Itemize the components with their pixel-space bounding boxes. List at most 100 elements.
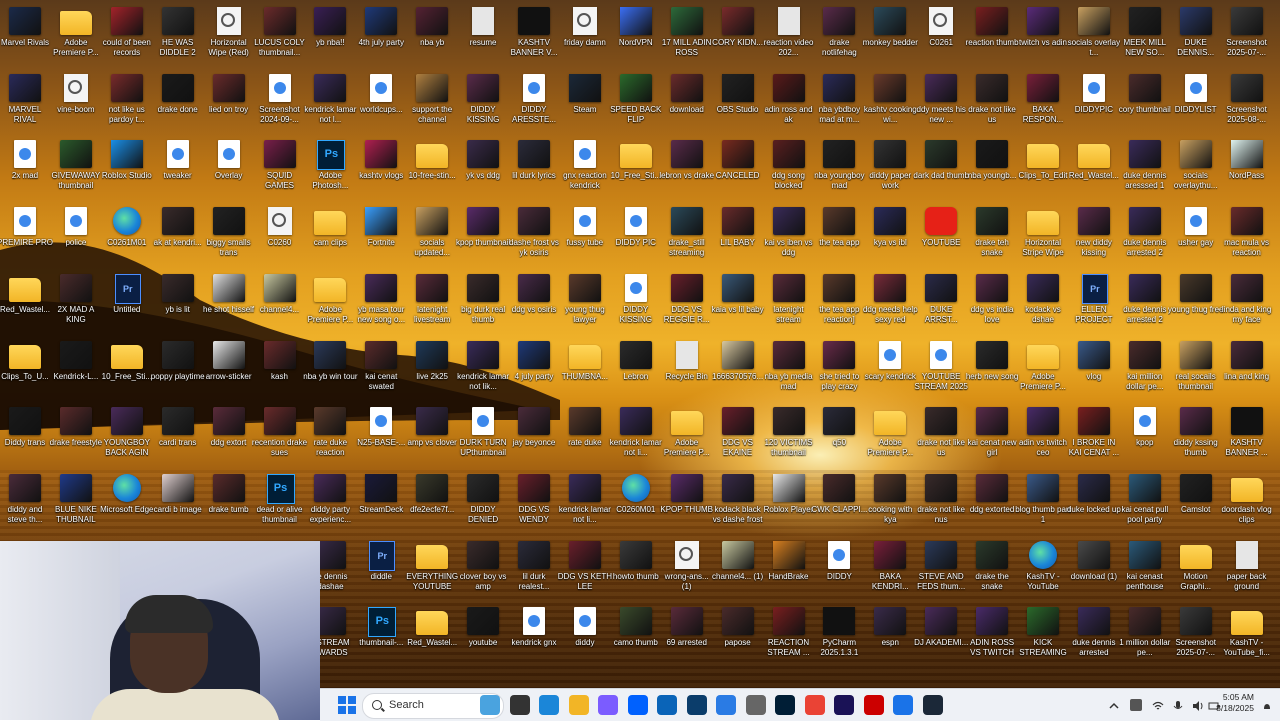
desktop-icon[interactable]: DURK TURN UPthumbnail	[458, 404, 508, 468]
desktop-icon[interactable]: Roblox Player	[764, 471, 814, 535]
desktop-icon[interactable]: duke dennis arrested 2	[1120, 271, 1170, 335]
desktop-icon[interactable]: yb masa tour new song o...	[356, 271, 406, 335]
desktop-icon[interactable]: DDG VS EKAINE	[713, 404, 763, 468]
desktop-icon[interactable]: kendrick lamar not lik...	[457, 338, 509, 402]
desktop-icon[interactable]: KashTV - YouTube_fi...	[1222, 604, 1272, 668]
desktop-icon[interactable]: HandBrake	[764, 538, 814, 602]
desktop-icon[interactable]: DDG VS WENDY	[509, 471, 559, 535]
desktop-icon[interactable]: socials updated...	[407, 204, 457, 268]
desktop-icon[interactable]: monkey bedder	[863, 4, 918, 68]
desktop-icon[interactable]: lina and king	[1222, 338, 1272, 402]
desktop-icon[interactable]: Clips_To_U...	[0, 338, 50, 402]
desktop-icon[interactable]: ddg needs help sexy red	[863, 271, 918, 335]
steam-taskbar-icon[interactable]	[922, 695, 943, 715]
desktop-icon[interactable]: Red_Wastel...	[0, 271, 50, 335]
desktop-icon[interactable]: DIDDY KISSING	[611, 271, 661, 335]
desktop-icon[interactable]: linda and king my face	[1222, 271, 1272, 335]
desktop-icon[interactable]: kodack vs dshae	[1018, 271, 1068, 335]
desktop-icon[interactable]: vine-boom	[51, 71, 101, 135]
desktop-icon[interactable]: Diddy trans	[0, 404, 50, 468]
desktop-icon[interactable]: 120 VICTIMS thumbnail	[764, 404, 814, 468]
desktop-icon[interactable]: vlog	[1069, 338, 1119, 402]
desktop-icon[interactable]: Clips_To_Edit	[1018, 137, 1068, 201]
desktop-icon[interactable]: cory thumbnail	[1119, 71, 1171, 135]
desktop-icon[interactable]: nba youngb...	[967, 137, 1017, 201]
desktop-icon[interactable]: kashtv cooking wi...	[864, 71, 917, 135]
premiere-taskbar-icon[interactable]	[834, 695, 854, 715]
desktop-icon[interactable]: CORY KIDN...	[712, 4, 763, 68]
desktop-icon[interactable]: ddg song blocked	[764, 137, 814, 201]
desktop-icon[interactable]: Pr Untitled	[102, 271, 152, 335]
desktop-icon[interactable]: latenight livestream	[407, 271, 457, 335]
desktop-icon[interactable]: friday damn	[560, 4, 610, 68]
desktop-icon[interactable]: ddg extort	[204, 404, 254, 468]
desktop-icon[interactable]: police	[51, 204, 101, 268]
desktop-icon[interactable]: 10_Free_Sti...	[102, 338, 152, 402]
desktop-icon[interactable]: C0261	[916, 4, 966, 68]
desktop-icon[interactable]: KASHTV BANNER ...	[1222, 404, 1272, 468]
desktop-icon[interactable]: channel4...	[255, 271, 305, 335]
desktop-icon[interactable]: Camslot	[1171, 471, 1221, 535]
file-explorer-icon[interactable]	[568, 695, 589, 715]
desktop-icon[interactable]: DIDDYLIST	[1171, 71, 1221, 135]
desktop-icon[interactable]: dashe frost vs yk osiris	[509, 204, 559, 268]
desktop-icon[interactable]: duke dennis arrested	[1069, 604, 1119, 668]
desktop-icon[interactable]: SQUID GAMES	[255, 137, 305, 201]
desktop-icon[interactable]: drake done	[153, 71, 203, 135]
desktop-icon[interactable]: nba yb win tour	[303, 338, 358, 402]
chrome-taskbar-icon[interactable]	[804, 695, 825, 715]
desktop-icon[interactable]: 10-free-stin...	[407, 137, 457, 201]
desktop-icon[interactable]: ddg extorted	[967, 471, 1017, 535]
desktop-icon[interactable]: blog thumb part 1	[1015, 471, 1071, 535]
desktop-icon[interactable]: young thug lawyer	[560, 271, 610, 335]
desktop-icon[interactable]: StreamDeck	[356, 471, 406, 535]
edge-taskbar-icon[interactable]	[539, 695, 559, 715]
desktop-icon[interactable]: channel4... (1)	[712, 538, 763, 602]
desktop-icon[interactable]: Ps dead or alive thumbnail	[255, 471, 305, 535]
desktop-icon[interactable]: diddy paper work	[865, 137, 915, 201]
network-icon[interactable]	[1152, 699, 1164, 711]
desktop-icon[interactable]: Recycle Bin	[662, 338, 712, 402]
desktop-icon[interactable]: 4 july party	[509, 338, 559, 402]
desktop-icon[interactable]: KICK STREAMING	[1018, 604, 1068, 668]
desktop-icon[interactable]: worldcups...	[356, 71, 406, 135]
desktop-icon[interactable]: paper back ground	[1222, 538, 1272, 602]
desktop-icon[interactable]: N25-BASE-...	[356, 404, 406, 468]
desktop-icon[interactable]: diddy party experienc...	[305, 471, 355, 535]
desktop-icon[interactable]: 2X MAD A KING	[51, 271, 101, 335]
desktop-icon[interactable]: OBS Studio	[713, 71, 763, 135]
desktop-icon[interactable]: Horizontal Wipe (Red)	[204, 4, 254, 68]
desktop-icon[interactable]: real socails thumbnail	[1171, 338, 1221, 402]
desktop-icon[interactable]: kendrick gnx	[509, 604, 559, 668]
desktop-icon[interactable]: wrong-ans... (1)	[662, 538, 712, 602]
desktop-icon[interactable]: kendrick lamar not l...	[304, 71, 356, 135]
desktop-icon[interactable]: Motion Graphi...	[1171, 538, 1221, 602]
desktop-icon[interactable]: REACTION STREAM ...	[764, 604, 814, 668]
desktop-icon[interactable]: Adobe Premiere P...	[51, 4, 101, 68]
desktop-icon[interactable]: Screenshot 2024-09-...	[255, 71, 305, 135]
desktop-icon[interactable]: 1 million dollar pe...	[1119, 604, 1170, 668]
desktop-icon[interactable]: duke locked up	[1067, 471, 1121, 535]
desktop-icon[interactable]: kendrick lamar not li...	[559, 471, 611, 535]
desktop-icon[interactable]: Pr diddle	[356, 538, 406, 602]
desktop-icon[interactable]: yb is lit	[153, 271, 203, 335]
desktop-icon[interactable]: DIDDY DENIED	[458, 471, 508, 535]
desktop-icon[interactable]: Microsoft Edge	[100, 471, 153, 535]
desktop-icon[interactable]: Adobe Premiere P...	[865, 404, 915, 468]
desktop-icon[interactable]: Overlay	[204, 137, 254, 201]
task-view-icon[interactable]	[509, 695, 530, 715]
desktop-icon[interactable]: kpop thumbnail	[456, 204, 510, 268]
desktop-icon[interactable]: espn	[865, 604, 915, 668]
desktop-icon[interactable]: duke dennis aresssed 1	[1120, 137, 1170, 201]
desktop-icon[interactable]: cooking with kya	[865, 471, 915, 535]
desktop-icon[interactable]: q50	[814, 404, 864, 468]
desktop-icon[interactable]: C0261M01	[102, 204, 152, 268]
desktop-icon[interactable]: Steam	[560, 71, 610, 135]
desktop-icon[interactable]: EVERYTHING YOUTUBE	[406, 538, 458, 602]
tray-app-icon[interactable]	[1130, 699, 1142, 711]
desktop-icon[interactable]: drake the snake	[967, 538, 1017, 602]
desktop-icon[interactable]: THUMBNA...	[560, 338, 610, 402]
desktop-icon[interactable]: kai vs iben vs ddg	[764, 204, 814, 268]
notification-bell-icon[interactable]	[1262, 699, 1272, 709]
desktop-icon[interactable]: drake notlifehag	[814, 4, 864, 68]
